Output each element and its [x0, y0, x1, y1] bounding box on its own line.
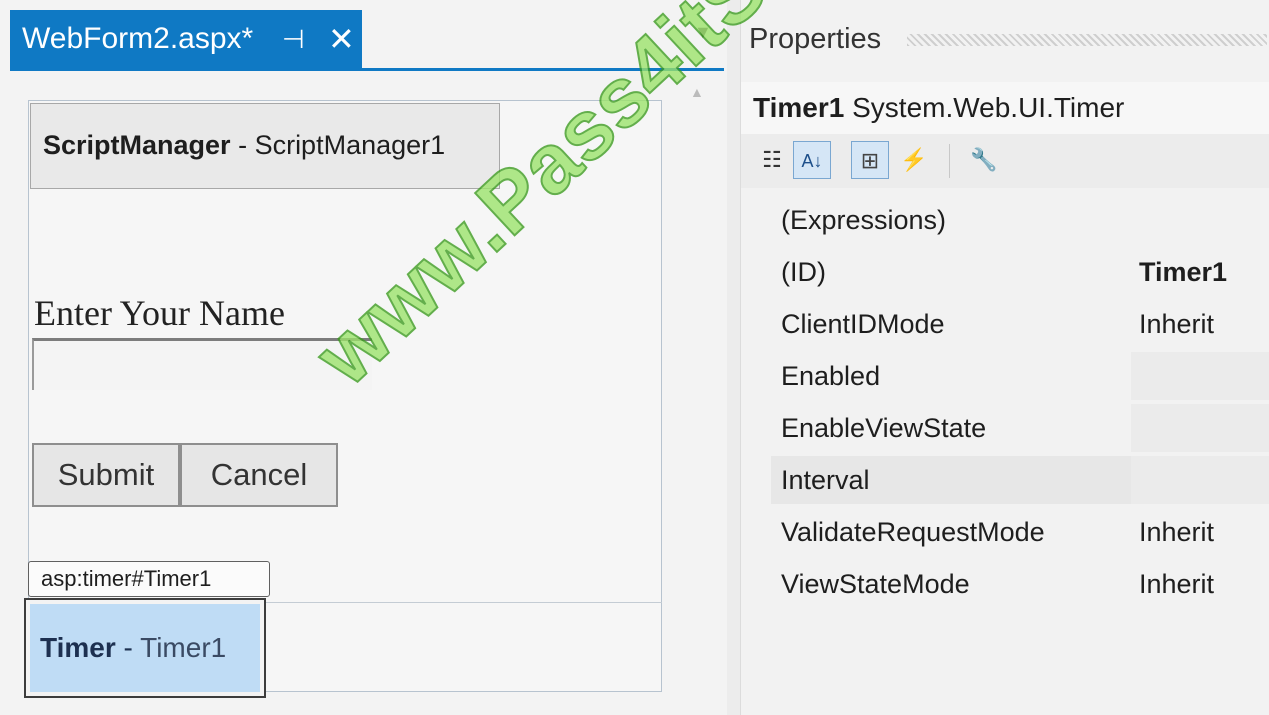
property-row-id[interactable]: (ID) Timer1: [741, 246, 1269, 298]
property-name: (ID): [781, 257, 826, 287]
tab-webform2[interactable]: WebForm2.aspx* ⊣ ✕: [10, 10, 362, 68]
document-tabstrip: WebForm2.aspx* ⊣ ✕ ▼: [0, 0, 727, 72]
property-row-enabled[interactable]: Enabled: [741, 350, 1269, 402]
timer-type: Timer: [40, 632, 116, 663]
submit-button[interactable]: Submit: [32, 443, 180, 507]
cancel-button[interactable]: Cancel: [180, 443, 338, 507]
timer-name: Timer1: [140, 632, 227, 663]
property-name: ClientIDMode: [781, 309, 945, 339]
properties-icon[interactable]: ⊞: [851, 141, 889, 179]
property-value-cell: [1131, 456, 1269, 504]
property-row-interval[interactable]: Interval: [741, 454, 1269, 506]
tab-title: WebForm2.aspx*: [22, 22, 254, 55]
script-manager-control[interactable]: ScriptManager - ScriptManager1: [30, 103, 500, 189]
script-manager-type: ScriptManager: [43, 130, 231, 160]
property-value-cell: [1131, 352, 1269, 400]
timer-separator: -: [115, 632, 141, 663]
designer-pane: WebForm2.aspx* ⊣ ✕ ▼ ▲ ScriptManager - S…: [0, 0, 727, 715]
categorized-icon[interactable]: ☷: [753, 141, 791, 179]
properties-pane: Properties Timer1 System.Web.UI.Timer ☷ …: [727, 0, 1269, 715]
object-selector[interactable]: Timer1 System.Web.UI.Timer: [741, 82, 1269, 134]
events-icon[interactable]: ⚡: [895, 141, 933, 179]
timer-control[interactable]: Timer - Timer1: [24, 598, 266, 698]
timer-tag-label: asp:timer#Timer1: [28, 561, 270, 597]
property-pages-icon: 🔧: [970, 147, 998, 172]
scroll-up-icon[interactable]: ▲: [690, 84, 712, 104]
alphabetical-icon[interactable]: A↓: [793, 141, 831, 179]
property-row-clientidmode[interactable]: ClientIDMode Inherit: [741, 298, 1269, 350]
properties-toolbar: ☷ A↓ ⊞ ⚡ 🔧: [741, 134, 1269, 188]
property-row-viewstatemode[interactable]: ViewStateMode Inherit: [741, 558, 1269, 610]
property-value-cell: [1131, 404, 1269, 452]
tab-dropdown-icon[interactable]: ▼: [694, 22, 712, 43]
object-name: Timer1: [753, 92, 845, 123]
property-row-expressions[interactable]: (Expressions): [741, 194, 1269, 246]
property-value[interactable]: Inherit: [1139, 506, 1214, 558]
property-grid: (Expressions) (ID) Timer1 ClientIDMode I…: [741, 194, 1269, 614]
properties-title: Properties: [749, 23, 882, 55]
script-manager-separator: -: [230, 130, 255, 160]
properties-title-grip[interactable]: [907, 34, 1267, 46]
property-name: Enabled: [781, 361, 881, 391]
property-value[interactable]: Timer1: [1139, 246, 1227, 298]
properties-splitter[interactable]: [727, 0, 741, 715]
property-value[interactable]: Inherit: [1139, 558, 1214, 610]
enter-name-label: Enter Your Name: [34, 293, 285, 333]
property-name: (Expressions): [781, 205, 947, 235]
close-icon[interactable]: ✕: [328, 10, 355, 68]
name-input[interactable]: [32, 338, 372, 390]
property-value[interactable]: Inherit: [1139, 298, 1214, 350]
property-name: ValidateRequestMode: [781, 517, 1045, 547]
property-name: Interval: [781, 465, 870, 495]
timer-control-body: Timer - Timer1: [30, 604, 260, 692]
property-name: ViewStateMode: [781, 569, 970, 599]
timer-divider: [262, 602, 662, 603]
tab-underline: [10, 68, 724, 71]
property-name: EnableViewState: [781, 413, 987, 443]
toolbar-separator: [949, 144, 950, 178]
property-row-validaterequestmode[interactable]: ValidateRequestMode Inherit: [741, 506, 1269, 558]
script-manager-name: ScriptManager1: [254, 130, 446, 160]
pin-icon[interactable]: ⊣: [282, 10, 305, 68]
object-type: System.Web.UI.Timer: [852, 92, 1125, 123]
property-row-enableviewstate[interactable]: EnableViewState: [741, 402, 1269, 454]
